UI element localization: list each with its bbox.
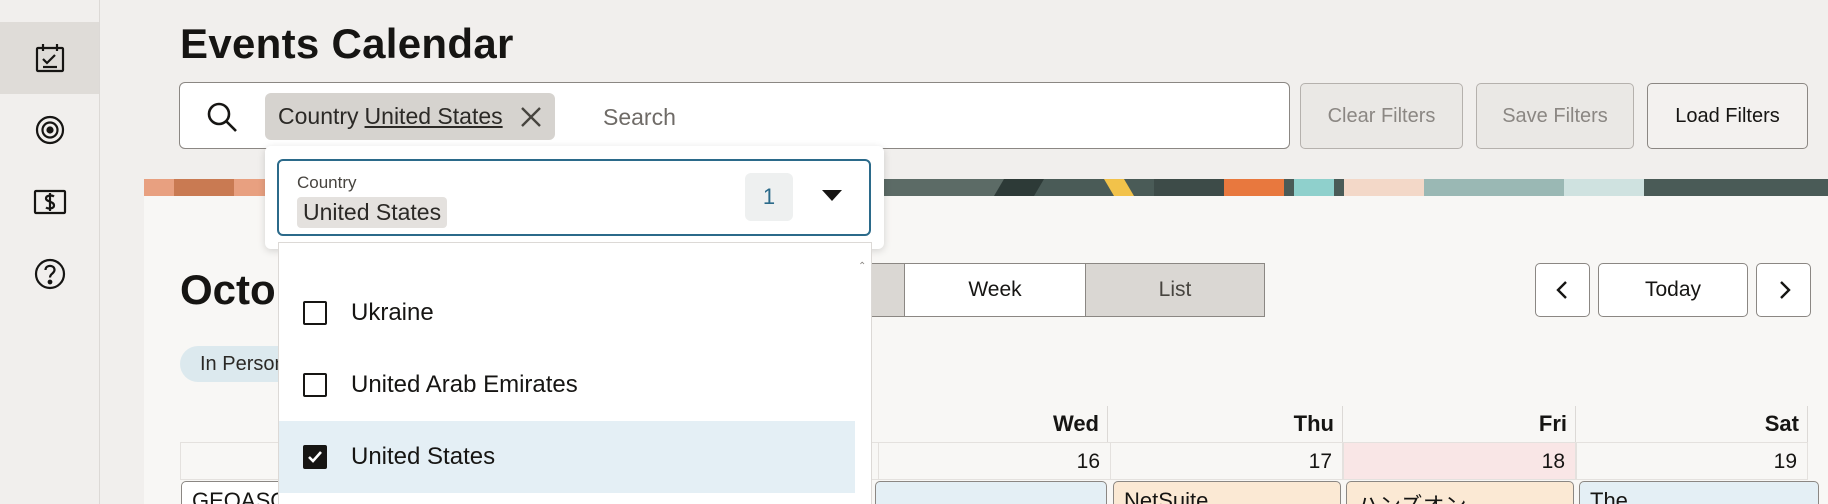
option-united-arab-emirates[interactable]: United Arab Emirates bbox=[279, 349, 855, 421]
rail-item-budget[interactable] bbox=[0, 166, 99, 238]
help-icon bbox=[34, 258, 65, 290]
save-filters-button[interactable]: Save Filters bbox=[1476, 83, 1634, 149]
next-button[interactable] bbox=[1756, 263, 1811, 317]
view-list-button[interactable]: List bbox=[1085, 263, 1265, 317]
day-number-17[interactable]: 17 bbox=[1110, 442, 1343, 480]
rail-item-help[interactable] bbox=[0, 238, 99, 310]
clear-filters-button[interactable]: Clear Filters bbox=[1300, 83, 1463, 149]
option-united-states[interactable]: United States bbox=[279, 421, 855, 493]
target-icon bbox=[35, 115, 64, 145]
day-header-fri: Fri bbox=[1343, 406, 1576, 442]
chevron-left-icon bbox=[1555, 281, 1567, 299]
event-item[interactable]: ハンズオン bbox=[1346, 481, 1574, 504]
dollar-bill-icon bbox=[33, 189, 66, 215]
page-title: Events Calendar bbox=[180, 20, 514, 67]
chip-value[interactable]: United States bbox=[365, 103, 503, 130]
scroll-up-icon[interactable]: ⌃ bbox=[858, 261, 866, 272]
previous-button[interactable] bbox=[1535, 263, 1590, 317]
combobox-label: Country bbox=[297, 173, 357, 192]
month-title: Octo bbox=[180, 266, 276, 313]
day-header-thu: Thu bbox=[1110, 406, 1343, 442]
event-item-wed[interactable] bbox=[875, 481, 1107, 504]
day-number-18[interactable]: 18 bbox=[1343, 442, 1576, 480]
rail-item-calendar[interactable] bbox=[0, 22, 99, 94]
option-label: United Arab Emirates bbox=[351, 371, 578, 398]
today-button[interactable]: Today bbox=[1598, 263, 1748, 317]
checkmark-icon bbox=[308, 451, 322, 463]
event-item[interactable]: The bbox=[1579, 481, 1819, 504]
search-icon[interactable] bbox=[204, 99, 240, 135]
day-number-19[interactable]: 19 bbox=[1576, 442, 1808, 480]
country-filter-popup: Country United States 1 bbox=[265, 146, 884, 249]
load-filters-button[interactable]: Load Filters bbox=[1647, 83, 1808, 149]
combobox-selected-value[interactable]: United States bbox=[297, 197, 448, 228]
checkbox[interactable] bbox=[303, 373, 327, 397]
filter-search-bar[interactable]: Country United States Search bbox=[179, 82, 1290, 149]
option-label: Ukraine bbox=[351, 299, 434, 326]
option-label: United States bbox=[351, 443, 496, 470]
event-item[interactable]: NetSuite bbox=[1113, 481, 1341, 504]
view-week-button[interactable]: Week bbox=[904, 263, 1086, 317]
country-options-list[interactable]: ⌃ Ukraine United Arab Emirates United St… bbox=[278, 242, 872, 504]
day-header-sat: Sat bbox=[1576, 406, 1808, 442]
caret-down-icon[interactable] bbox=[822, 190, 842, 201]
day-header-wed: Wed bbox=[878, 406, 1108, 442]
chevron-right-icon bbox=[1779, 281, 1791, 299]
left-nav-rail bbox=[0, 0, 100, 504]
country-combobox[interactable]: Country United States 1 bbox=[277, 159, 871, 236]
calendar-check-icon bbox=[35, 44, 64, 73]
option-ukraine[interactable]: Ukraine bbox=[279, 277, 855, 349]
selected-count-badge: 1 bbox=[745, 173, 793, 221]
checkbox-checked[interactable] bbox=[303, 445, 327, 469]
remove-chip-icon[interactable] bbox=[519, 105, 543, 129]
checkbox[interactable] bbox=[303, 301, 327, 325]
day-number-16[interactable]: 16 bbox=[878, 442, 1111, 480]
search-input[interactable]: Search bbox=[603, 104, 676, 131]
chip-key: Country bbox=[278, 103, 359, 129]
country-filter-chip[interactable]: Country United States bbox=[265, 93, 555, 140]
rail-item-goals[interactable] bbox=[0, 94, 99, 166]
